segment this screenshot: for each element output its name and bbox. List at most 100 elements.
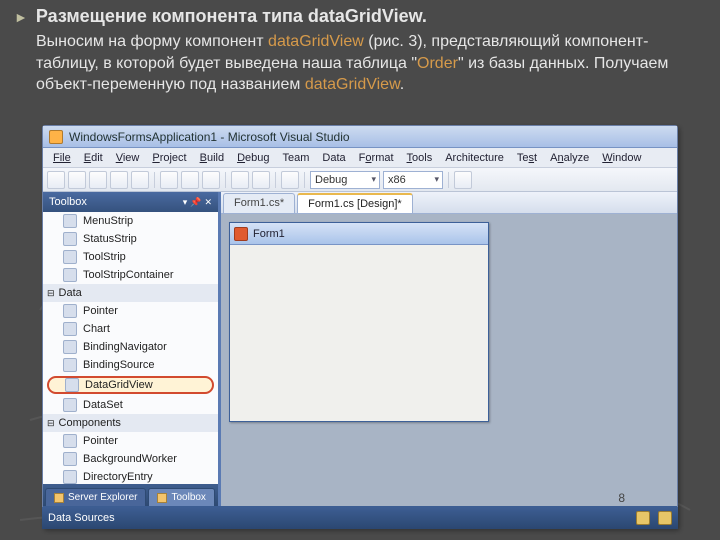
toolbox-item-pointer[interactable]: Pointer — [43, 302, 218, 320]
pin-icon[interactable]: 📌 — [190, 197, 201, 208]
visual-studio-window: WindowsFormsApplication1 - Microsoft Vis… — [42, 125, 678, 529]
new-project-button[interactable] — [47, 171, 65, 189]
server-icon — [54, 493, 64, 503]
toolbox-item-chart[interactable]: Chart — [43, 320, 218, 338]
menu-team[interactable]: Team — [277, 150, 316, 166]
toolbox-panel: Toolbox ▾ 📌 ✕ MenuStrip StatusStrip Tool… — [43, 192, 221, 506]
toolbox-item-bindingsource[interactable]: BindingSource — [43, 356, 218, 374]
dropdown-icon[interactable]: ▾ — [183, 197, 188, 208]
open-button[interactable] — [89, 171, 107, 189]
toolbox-item[interactable]: ToolStrip — [43, 248, 218, 266]
menu-bar: File Edit View Project Build Debug Team … — [43, 148, 677, 168]
toolbar-separator — [225, 172, 226, 188]
menu-analyze[interactable]: Analyze — [544, 150, 595, 166]
para-highlight: dataGridView — [268, 33, 364, 50]
control-icon — [63, 214, 77, 228]
refresh-icon[interactable] — [636, 511, 650, 525]
main-toolbar: Debug x86 — [43, 168, 677, 192]
toolbox-item-directoryentry[interactable]: DirectoryEntry — [43, 468, 218, 484]
doc-tab-design[interactable]: Form1.cs [Design]* — [297, 193, 413, 213]
designer-surface[interactable]: Form1 — [221, 214, 677, 506]
toolbar-separator — [275, 172, 276, 188]
toolbox-category-components[interactable]: ⊟Components — [43, 414, 218, 432]
chart-icon — [63, 322, 77, 336]
paste-button[interactable] — [202, 171, 220, 189]
control-icon — [63, 232, 77, 246]
toolbox-item[interactable]: MenuStrip — [43, 212, 218, 230]
start-debug-button[interactable] — [281, 171, 299, 189]
toolbox-item-dataset[interactable]: DataSet — [43, 396, 218, 414]
window-title: WindowsFormsApplication1 - Microsoft Vis… — [69, 130, 350, 144]
toolbox-item[interactable]: StatusStrip — [43, 230, 218, 248]
toolbox-item-bindingnavigator[interactable]: BindingNavigator — [43, 338, 218, 356]
toolbox-bottom-tabs: Server Explorer Toolbox — [43, 484, 218, 506]
form-window[interactable]: Form1 — [229, 222, 489, 422]
close-icon[interactable]: ✕ — [204, 197, 212, 208]
doc-tab-code[interactable]: Form1.cs* — [223, 193, 295, 213]
toolbox-item[interactable]: ToolStripContainer — [43, 266, 218, 284]
toolbox-header[interactable]: Toolbox ▾ 📌 ✕ — [43, 192, 218, 212]
data-sources-label: Data Sources — [48, 512, 115, 524]
menu-debug[interactable]: Debug — [231, 150, 275, 166]
window-titlebar[interactable]: WindowsFormsApplication1 - Microsoft Vis… — [43, 126, 677, 148]
redo-button[interactable] — [252, 171, 270, 189]
menu-window[interactable]: Window — [596, 150, 647, 166]
tab-server-explorer[interactable]: Server Explorer — [45, 488, 146, 506]
form-icon — [234, 227, 248, 241]
para-highlight: Order — [417, 55, 458, 72]
toolbox-item-backgroundworker[interactable]: BackgroundWorker — [43, 450, 218, 468]
config-combo[interactable]: Debug — [310, 171, 380, 189]
control-icon — [63, 340, 77, 354]
save-all-button[interactable] — [131, 171, 149, 189]
toolbar-separator — [154, 172, 155, 188]
control-icon — [63, 250, 77, 264]
toolbox-body: MenuStrip StatusStrip ToolStrip ToolStri… — [43, 212, 218, 484]
bullet-marker: ► — [14, 9, 28, 25]
control-icon — [63, 398, 77, 412]
undo-button[interactable] — [231, 171, 249, 189]
slide-paragraph: Выносим на форму компонент dataGridView … — [36, 31, 706, 96]
menu-tools[interactable]: Tools — [401, 150, 439, 166]
ide-body: Toolbox ▾ 📌 ✕ MenuStrip StatusStrip Tool… — [43, 192, 677, 506]
platform-combo[interactable]: x86 — [383, 171, 443, 189]
cut-button[interactable] — [160, 171, 178, 189]
toolbox-icon — [157, 493, 167, 503]
add-source-icon[interactable] — [658, 511, 672, 525]
copy-button[interactable] — [181, 171, 199, 189]
menu-edit[interactable]: Edit — [78, 150, 109, 166]
toolbox-title: Toolbox — [49, 196, 87, 208]
datagridview-icon — [65, 378, 79, 392]
menu-architecture[interactable]: Architecture — [439, 150, 510, 166]
find-button[interactable] — [454, 171, 472, 189]
toolbox-item-pointer[interactable]: Pointer — [43, 432, 218, 450]
toolbar-separator — [304, 172, 305, 188]
para-highlight: dataGridView — [305, 76, 400, 93]
control-icon — [63, 452, 77, 466]
pointer-icon — [63, 434, 77, 448]
heading-text: Размещение компонента типа dataGridView. — [36, 6, 427, 27]
form-titlebar: Form1 — [230, 223, 488, 245]
save-button[interactable] — [110, 171, 128, 189]
control-icon — [63, 358, 77, 372]
toolbox-category-data[interactable]: ⊟Data — [43, 284, 218, 302]
form-title: Form1 — [253, 228, 285, 240]
panel-controls: ▾ 📌 ✕ — [183, 197, 212, 208]
collapse-icon: ⊟ — [47, 418, 55, 429]
menu-test[interactable]: Test — [511, 150, 543, 166]
add-item-button[interactable] — [68, 171, 86, 189]
data-sources-panel-header[interactable]: Data Sources — [42, 507, 678, 529]
para-text: Выносим на форму компонент — [36, 33, 268, 50]
tab-toolbox[interactable]: Toolbox — [148, 488, 214, 506]
menu-view[interactable]: View — [110, 150, 146, 166]
toolbox-item-datagridview[interactable]: DataGridView — [47, 376, 214, 394]
control-icon — [63, 470, 77, 484]
menu-data[interactable]: Data — [316, 150, 351, 166]
menu-file[interactable]: File — [47, 150, 77, 166]
menu-project[interactable]: Project — [146, 150, 192, 166]
collapse-icon: ⊟ — [47, 288, 55, 299]
document-area: Form1.cs* Form1.cs [Design]* Form1 — [221, 192, 677, 506]
app-icon — [49, 130, 63, 144]
menu-build[interactable]: Build — [194, 150, 230, 166]
menu-format[interactable]: Format — [353, 150, 400, 166]
toolbar-separator — [448, 172, 449, 188]
